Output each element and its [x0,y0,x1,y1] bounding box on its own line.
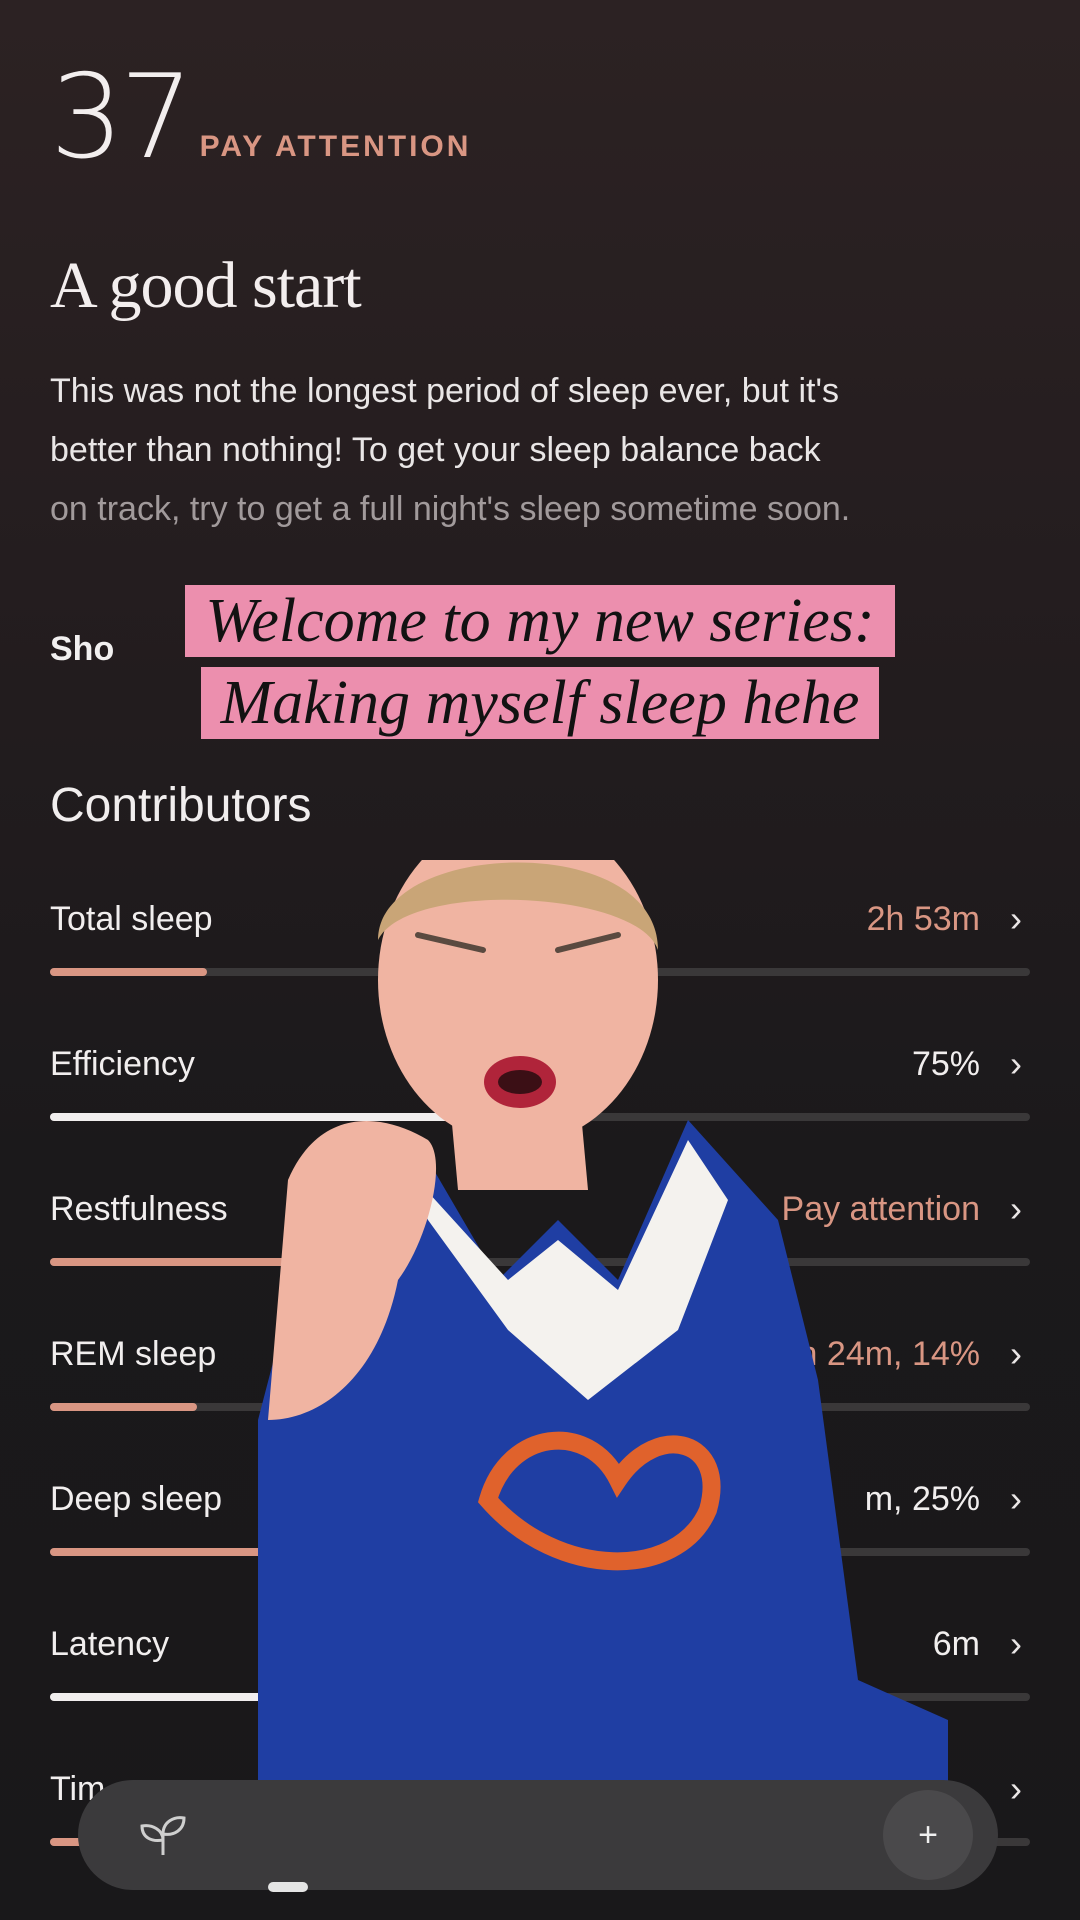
home-indicator [268,1882,308,1892]
caption-line-2: Making myself sleep hehe [200,667,880,739]
chevron-right-icon: › [1010,898,1022,939]
contributor-progress-fill [50,968,207,976]
chevron-right-icon: › [1010,1188,1022,1229]
chevron-right-icon: › [1010,1043,1022,1084]
caption-line-1: Welcome to my new series: [185,585,895,657]
contributors-heading: Contributors [50,779,312,832]
contributor-name: Restfulness [50,1190,228,1228]
description-line-2: better than nothing! To get your sleep b… [50,431,821,469]
contributor-progress-fill [50,1403,197,1411]
contributor-name: Total sleep [50,900,213,938]
contributor-name: Deep sleep [50,1480,223,1518]
person-overlay-image [258,860,948,1870]
chevron-right-icon: › [1010,1623,1022,1664]
bottom-nav-bar: + [78,1780,998,1890]
contributor-name: Latency [50,1625,170,1663]
page-title: A good start [50,249,362,322]
chevron-right-icon: › [1010,1478,1022,1519]
score-status-label: PAY ATTENTION [199,130,472,163]
sparkle-plus-icon[interactable]: + [883,1790,973,1880]
contributor-name: REM sleep [50,1335,217,1373]
video-caption-overlay: Welcome to my new series: Making myself … [0,580,1080,744]
chevron-right-icon: › [1010,1768,1022,1809]
score-row: 37 PAY ATTENTION [50,60,471,176]
score-description: This was not the longest period of sleep… [50,362,1040,539]
description-line-3: on track, try to get a full night's slee… [50,490,851,528]
contributor-name: Efficiency [50,1045,195,1083]
chevron-right-icon: › [1010,1333,1022,1374]
sprout-icon[interactable] [138,1810,188,1860]
description-line-1: This was not the longest period of sleep… [50,372,839,410]
sleep-score: 37 [50,50,194,185]
